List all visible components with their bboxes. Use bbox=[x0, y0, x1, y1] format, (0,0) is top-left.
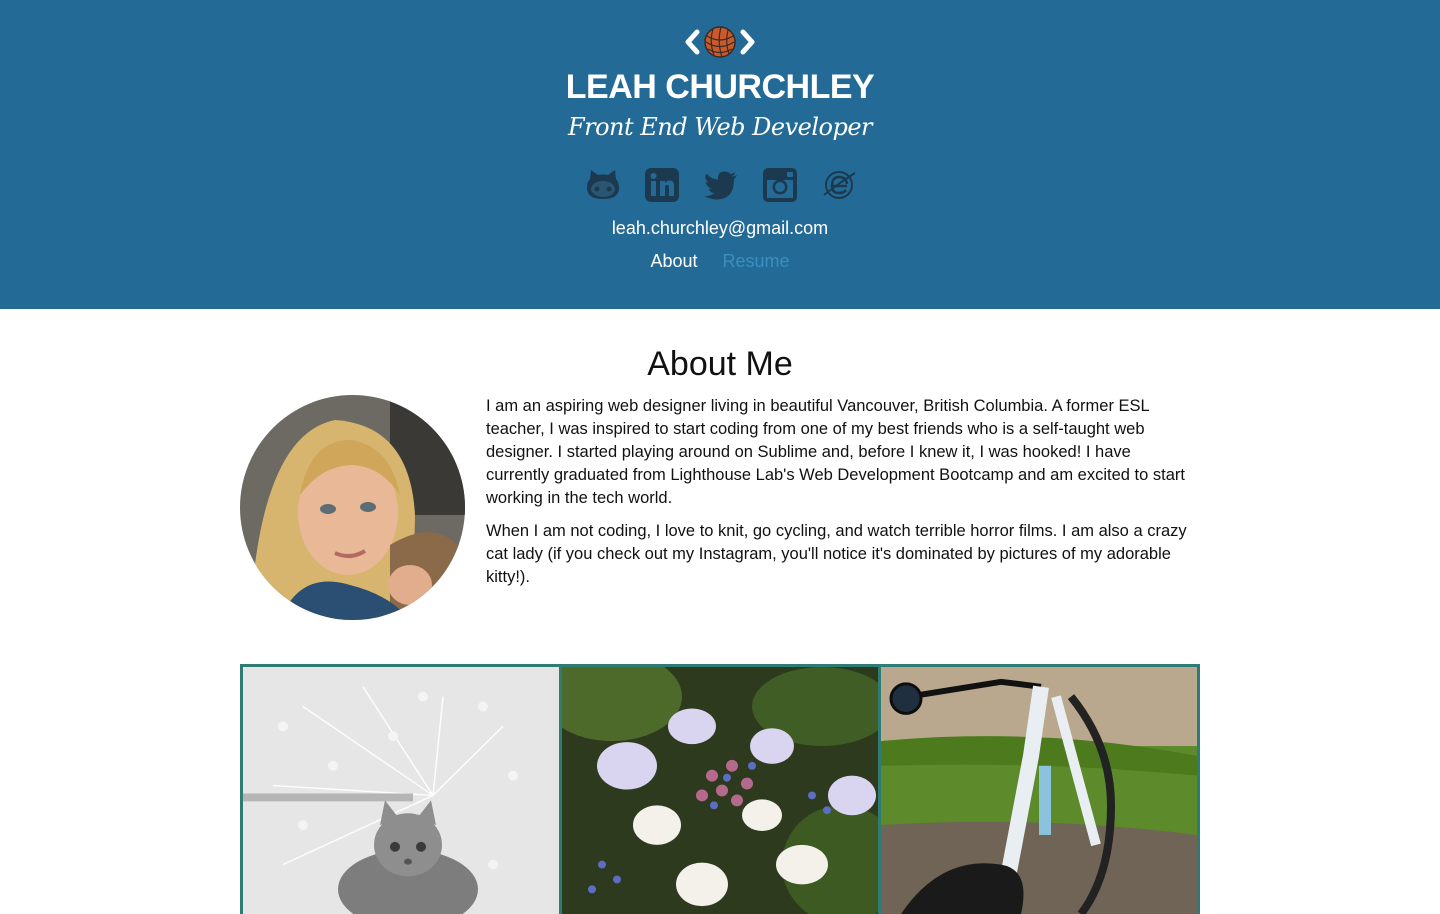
yarn-ball-code-brackets-icon[interactable] bbox=[683, 24, 757, 60]
github-icon[interactable] bbox=[585, 167, 621, 203]
linkedin-icon[interactable] bbox=[644, 167, 680, 203]
social-links bbox=[585, 166, 857, 204]
e-globe-icon[interactable] bbox=[821, 167, 857, 203]
site-name: LEAH CHURCHLEY bbox=[565, 68, 875, 106]
instagram-gallery bbox=[240, 664, 1200, 914]
gallery-photo-flowers[interactable] bbox=[562, 667, 878, 914]
profile-photo bbox=[240, 395, 465, 620]
site-tagline: Front End Web Developer bbox=[567, 113, 873, 141]
about-heading: About Me bbox=[647, 345, 793, 383]
twitter-icon[interactable] bbox=[703, 167, 739, 203]
nav-about-link[interactable]: About bbox=[650, 251, 697, 271]
gallery-photo-cat[interactable] bbox=[243, 667, 559, 914]
nav-resume-link[interactable]: Resume bbox=[723, 251, 790, 271]
main-content: About Me I am an aspiring web designer l… bbox=[0, 309, 1440, 914]
about-paragraph-2: When I am not coding, I love to knit, go… bbox=[486, 522, 1187, 586]
instagram-icon[interactable] bbox=[762, 167, 798, 203]
about-text: I am an aspiring web designer living in … bbox=[486, 395, 1198, 599]
site-header: LEAH CHURCHLEY Front End Web Developer l… bbox=[0, 0, 1440, 309]
main-nav: About Resume bbox=[0, 251, 1440, 272]
email-link[interactable]: leah.churchley@gmail.com bbox=[0, 218, 1440, 239]
about-paragraph-1: I am an aspiring web designer living in … bbox=[486, 397, 1185, 507]
gallery-photo-bicycle[interactable] bbox=[881, 667, 1197, 914]
